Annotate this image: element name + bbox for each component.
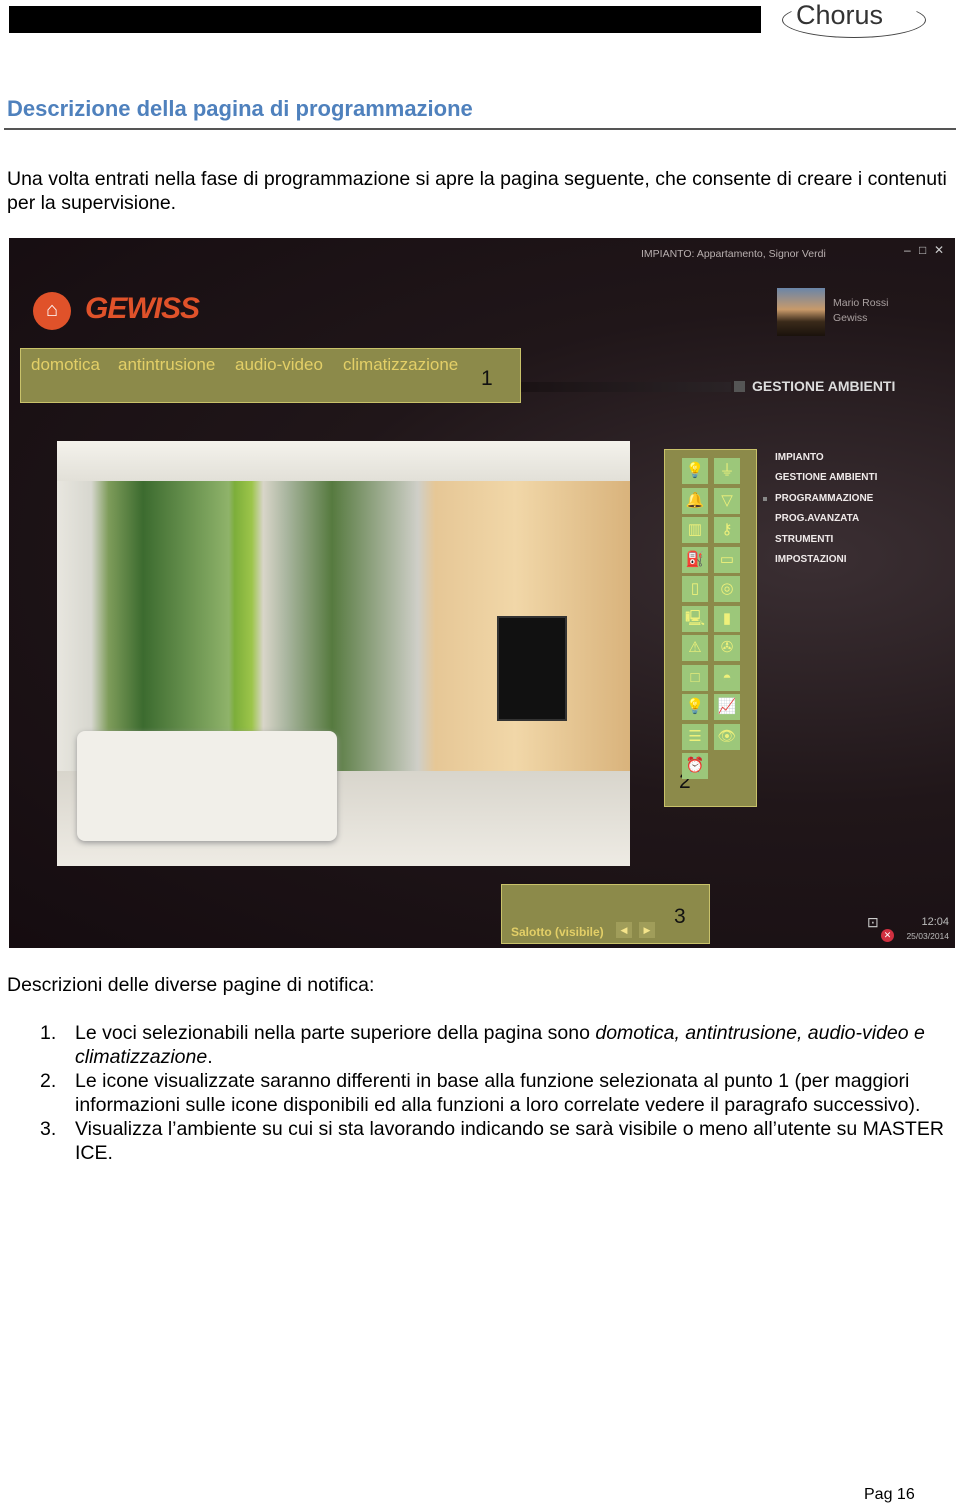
chorus-logo: Chorus bbox=[782, 0, 928, 38]
tab-antintrusione[interactable]: antintrusione bbox=[118, 355, 215, 375]
room-photo bbox=[57, 441, 630, 866]
section-marker bbox=[734, 381, 745, 392]
tab-climatizzazione[interactable]: climatizzazione bbox=[343, 355, 458, 375]
sprinkler-icon[interactable]: ▽ bbox=[714, 487, 740, 514]
eye-icon[interactable]: 👁 bbox=[714, 723, 740, 750]
prev-room-button[interactable]: ◀ bbox=[616, 922, 632, 938]
menu-item-impianto[interactable]: IMPIANTO bbox=[775, 448, 877, 468]
home-icon[interactable]: ⌂ bbox=[33, 292, 71, 330]
warning-icon[interactable]: ⚠ bbox=[682, 635, 708, 661]
description-list: 1. Le voci selezionabili nella parte supe… bbox=[40, 1021, 952, 1165]
menu-item-impostazioni[interactable]: IMPOSTAZIONI bbox=[775, 550, 877, 570]
clock: 12:04 25/03/2014 bbox=[906, 916, 949, 941]
list-item: 1. Le voci selezionabili nella parte supe… bbox=[40, 1022, 925, 1068]
header-bar bbox=[9, 6, 761, 33]
menu-item-gestione-ambienti[interactable]: GESTIONE AMBIENTI bbox=[775, 468, 877, 488]
fridge-icon[interactable]: ▯ bbox=[682, 576, 708, 602]
menu-item-prog-avanzata[interactable]: PROG.AVANZATA bbox=[775, 509, 877, 529]
light-bulb-icon[interactable]: 💡 bbox=[682, 458, 708, 484]
room-bar: Salotto (visibile) ◀ ▶ 3 bbox=[501, 884, 710, 944]
gewiss-logo: GEWISS bbox=[85, 292, 200, 325]
avatar bbox=[777, 288, 825, 336]
key-icon[interactable]: ⚷ bbox=[714, 517, 740, 543]
card-reader-icon[interactable]: ▭ bbox=[714, 546, 740, 573]
bell-icon[interactable]: 🔔 bbox=[682, 487, 708, 514]
tab-audio-video[interactable]: audio-video bbox=[235, 355, 323, 375]
window-title: IMPIANTO: Appartamento, Signor Verdi bbox=[641, 248, 826, 260]
maximize-icon[interactable]: □ bbox=[919, 243, 926, 257]
side-menu: IMPIANTO GESTIONE AMBIENTI PROGRAMMAZION… bbox=[762, 448, 877, 570]
network-icon: ⊡ bbox=[867, 914, 879, 930]
next-room-button[interactable]: ▶ bbox=[639, 922, 655, 938]
computer-icon[interactable]: 🖳 bbox=[682, 605, 708, 632]
minimize-icon[interactable]: – bbox=[904, 243, 911, 257]
room-label: Salotto (visibile) bbox=[511, 925, 604, 939]
light-bulb-icon[interactable]: 💡 bbox=[682, 694, 708, 720]
intro-paragraph: Una volta entrati nella fase di programm… bbox=[7, 168, 947, 214]
alarm-clock-icon[interactable]: ⏰ bbox=[682, 753, 708, 779]
divider bbox=[4, 128, 956, 130]
function-tabs: domotica antintrusione audio-video clima… bbox=[20, 348, 521, 403]
header-strip bbox=[521, 382, 731, 392]
plug-icon[interactable]: ⏚ bbox=[714, 458, 740, 484]
callout-1: 1 bbox=[481, 367, 493, 390]
callout-3: 3 bbox=[674, 905, 686, 928]
washing-machine-icon[interactable]: ◎ bbox=[714, 576, 740, 602]
tab-domotica[interactable]: domotica bbox=[31, 355, 100, 375]
door-icon[interactable]: ▮ bbox=[714, 605, 740, 632]
chart-icon[interactable]: 📈 bbox=[714, 694, 740, 720]
icon-panel: 2 💡 ⏚ 🔔 ▽ ▥ ⚷ ⛽ ▭ ▯ ◎ 🖳 ▮ ⚠ ✇ □ ◓ 💡 📈 ☰ 👁 ⏰ bbox=[664, 449, 757, 807]
list-item: 3. Visualizza l’ambiente su cui si sta la… bbox=[40, 1118, 944, 1164]
shutter-icon[interactable]: ☰ bbox=[682, 723, 708, 750]
menu-item-strumenti[interactable]: STRUMENTI bbox=[775, 530, 877, 550]
user-info: Mario Rossi Gewiss bbox=[833, 297, 889, 324]
close-icon[interactable]: ✕ bbox=[934, 243, 944, 257]
app-screenshot: IMPIANTO: Appartamento, Signor Verdi – □… bbox=[9, 238, 955, 948]
fan-icon[interactable]: ✇ bbox=[714, 635, 740, 661]
camera-icon[interactable]: ◓ bbox=[714, 664, 740, 691]
window-icon[interactable]: □ bbox=[682, 664, 708, 691]
section-title: Descrizione della pagina di programmazio… bbox=[7, 96, 473, 121]
menu-item-programmazione[interactable]: PROGRAMMAZIONE bbox=[762, 489, 877, 509]
gate-icon[interactable]: ▥ bbox=[682, 517, 708, 543]
list-item: 2. Le icone visualizzate saranno differen… bbox=[40, 1070, 921, 1116]
notif-heading: Descrizioni delle diverse pagine di noti… bbox=[7, 974, 375, 996]
page-number: Pag 16 bbox=[864, 1486, 915, 1503]
fuel-pump-icon[interactable]: ⛽ bbox=[682, 546, 708, 573]
section-heading: GESTIONE AMBIENTI bbox=[752, 378, 896, 394]
